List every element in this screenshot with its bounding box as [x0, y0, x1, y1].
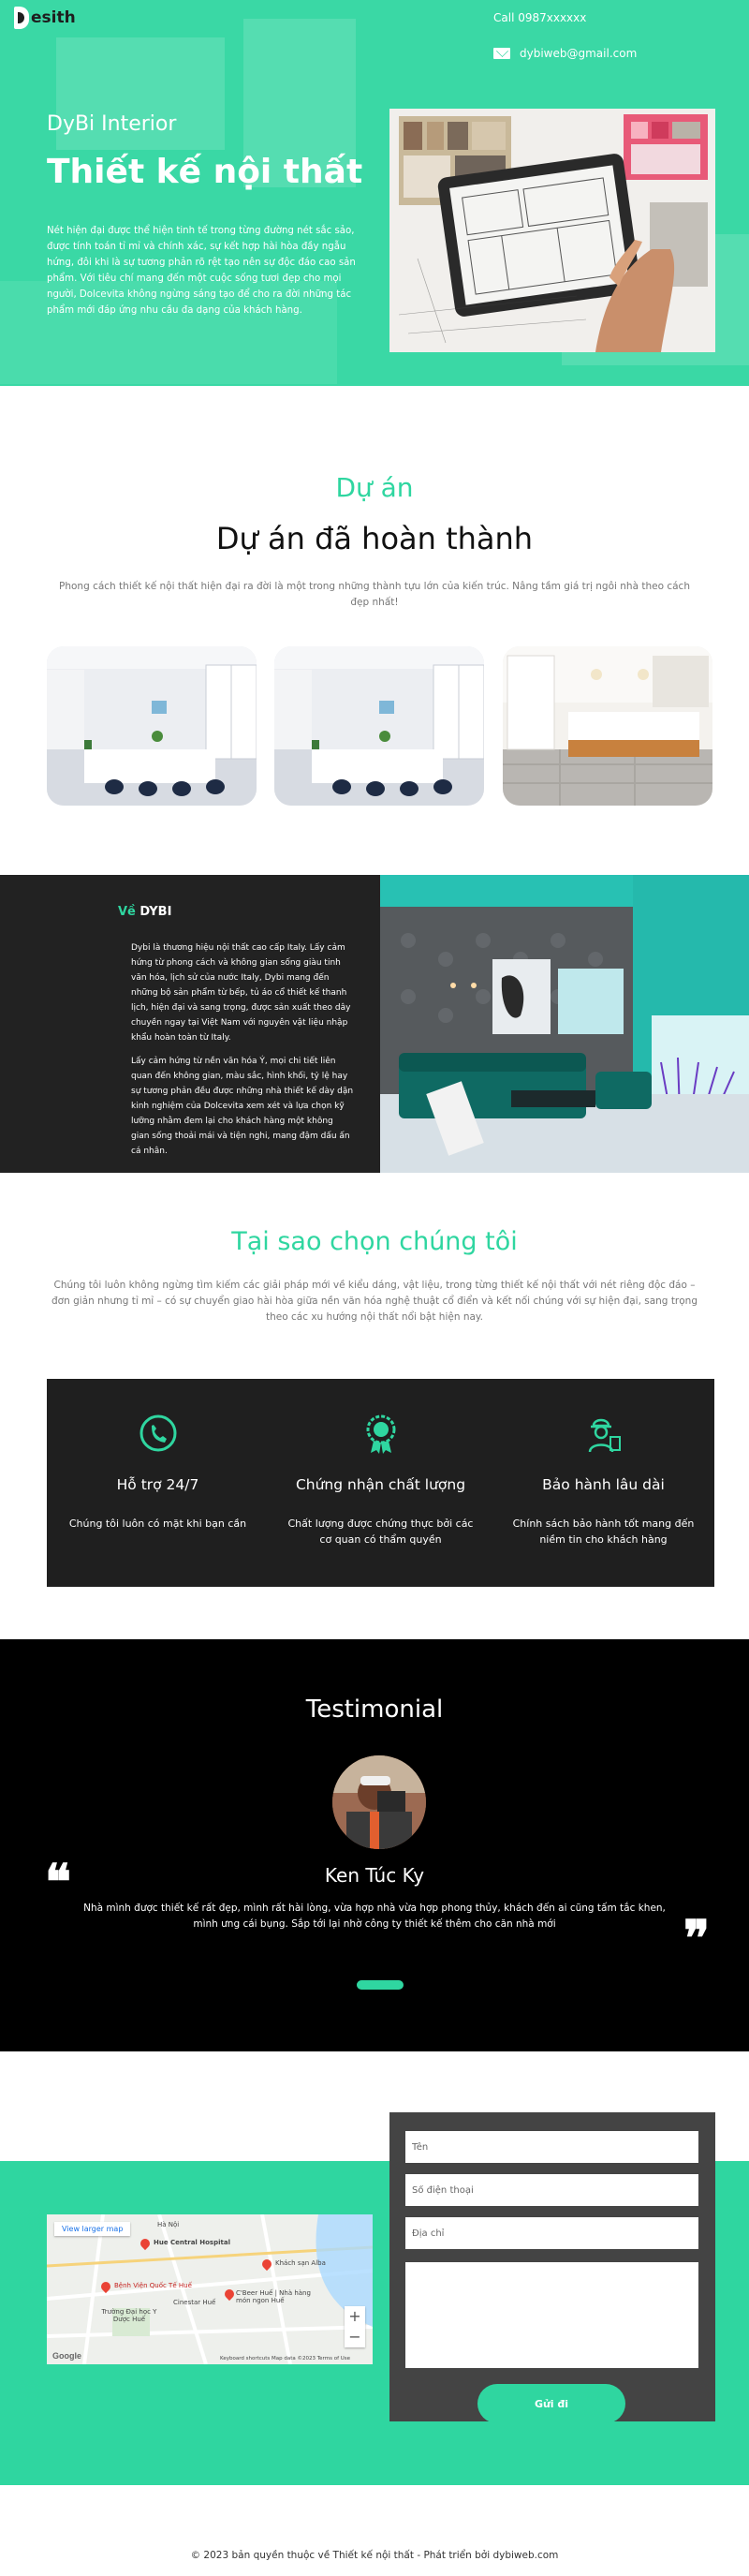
- map-roads: [47, 2214, 373, 2364]
- project-card-2[interactable]: [274, 646, 484, 806]
- projects-title: Dự án đã hoàn thành: [215, 521, 534, 556]
- map-label-intl-hospital: Bệnh Viện Quốc Tế Huế: [114, 2282, 192, 2289]
- project-image-kitchen: [503, 646, 712, 806]
- about-image: [380, 875, 749, 1173]
- address-field[interactable]: [405, 2217, 698, 2249]
- google-map[interactable]: View larger map Hà Nội Hue Central Hospi…: [47, 2214, 373, 2364]
- feature-quality-title: Chứng nhận chất lượng: [295, 1476, 466, 1493]
- living-room-image: [380, 875, 749, 1173]
- header-contact: Call 0987xxxxxx dybiweb@gmail.com: [493, 8, 637, 63]
- map-label-restaurant: C'Beer Huế | Nhà hàng món ngon Huế: [236, 2289, 311, 2304]
- why-description: Chúng tôi luôn không ngừng tìm kiếm các …: [51, 1280, 698, 1323]
- hero-text: Nét hiện đại được thể hiện tinh tế trong…: [47, 226, 356, 316]
- projects-description: Phong cách thiết kế nội thất hiện đại ra…: [59, 581, 690, 608]
- carousel-indicator[interactable]: [357, 1980, 404, 1990]
- google-logo: Google: [52, 2351, 81, 2361]
- quote-open-icon: ❝: [45, 1854, 71, 1911]
- project-image-office-1: [47, 646, 257, 806]
- feature-warranty: Bảo hành lâu dài Chính sách bảo hành tốt…: [492, 1379, 714, 1587]
- hero-title: Thiết kế nội thất: [47, 153, 363, 191]
- page: esith Call 0987xxxxxx dybiweb@gmail.com …: [0, 0, 749, 2576]
- hero-image: [389, 109, 715, 352]
- projects-kicker: Dự án: [335, 472, 414, 503]
- about-title-accent: Về: [118, 905, 136, 919]
- phone-icon: [140, 1414, 177, 1452]
- about-title: Về DYBI: [118, 905, 171, 919]
- submit-button[interactable]: Gửi đi: [477, 2384, 625, 2423]
- name-field[interactable]: [405, 2131, 698, 2163]
- award-icon: [366, 1414, 396, 1454]
- map-footer: Keyboard shortcuts Map data ©2023 Terms …: [220, 2356, 351, 2361]
- map-zoom-control[interactable]: + −: [345, 2306, 365, 2347]
- message-field[interactable]: [405, 2262, 698, 2368]
- phone-text[interactable]: Call 0987xxxxxx: [493, 11, 586, 24]
- testimonial-text: Nhà mình được thiết kế rất đẹp, mình rất…: [83, 1902, 666, 1930]
- about-paragraph-1: Dybi là thương hiệu nội thất cao cấp Ita…: [131, 943, 351, 1043]
- phone-field[interactable]: [405, 2174, 698, 2206]
- phone-row: Call 0987xxxxxx: [493, 8, 637, 27]
- hero-subtitle: DyBi Interior: [47, 112, 177, 136]
- testimonial-title: Testimonial: [305, 1695, 444, 1724]
- feature-support: Hỗ trợ 24/7 Chúng tôi luôn có mặt khi bạ…: [47, 1379, 269, 1587]
- logo-d-icon: [14, 7, 29, 29]
- feature-support-title: Hỗ trợ 24/7: [116, 1476, 199, 1493]
- feature-warranty-title: Bảo hành lâu dài: [542, 1476, 665, 1493]
- about-section: Về DYBI Dybi là thương hiệu nội thất cao…: [0, 875, 749, 1173]
- quote-close-icon: ❞: [683, 1910, 710, 1967]
- logo[interactable]: esith: [14, 7, 76, 29]
- hero-section: esith Call 0987xxxxxx dybiweb@gmail.com …: [0, 0, 749, 386]
- feature-warranty-text: Chính sách bảo hành tốt mang đến niềm ti…: [512, 1517, 695, 1546]
- worker-icon: [588, 1418, 621, 1453]
- map-label-university: Trường Đại học Y Dược Huế: [101, 2308, 157, 2323]
- testimonial-name: Ken Túc Ky: [324, 1864, 425, 1887]
- why-features: Hỗ trợ 24/7 Chúng tôi luôn có mặt khi bạ…: [47, 1379, 714, 1587]
- about-text: Dybi là thương hiệu nội thất cao cấp Ita…: [131, 940, 354, 1159]
- design-tablet-image: [389, 109, 715, 352]
- logo-text: esith: [31, 8, 76, 27]
- mail-icon: [493, 48, 510, 59]
- about-title-rest: DYBI: [135, 905, 172, 919]
- avatar: [332, 1755, 426, 1849]
- map-label-cinema: Cinestar Huế: [173, 2299, 216, 2306]
- about-paragraph-2: Lấy cảm hứng từ nền văn hóa Ý, mọi chi t…: [131, 1057, 354, 1156]
- project-image-office-2: [274, 646, 484, 806]
- contact-form: Gửi đi: [389, 2112, 715, 2423]
- map-label-hospital: Hue Central Hospital: [154, 2239, 230, 2246]
- testimonial-section: Testimonial Ken Túc Ky ❝ Nhà mình được t…: [0, 1639, 749, 2051]
- footer-copyright: © 2023 bản quyền thuộc về Thiết kế nội t…: [190, 2550, 559, 2561]
- feature-quality-text: Chất lượng được chứng thực bởi các cơ qu…: [287, 1517, 474, 1546]
- why-title: Tại sao chọn chúng tôi: [231, 1227, 518, 1256]
- feature-support-text: Chúng tôi luôn có mặt khi bạn cần: [68, 1517, 247, 1530]
- map-label-hotel: Khách sạn Alba: [275, 2259, 326, 2267]
- project-card-3[interactable]: [503, 646, 712, 806]
- feature-quality: Chứng nhận chất lượng Chất lượng được ch…: [270, 1379, 492, 1587]
- view-larger-map-button[interactable]: View larger map: [54, 2222, 131, 2236]
- email-text[interactable]: dybiweb@gmail.com: [520, 47, 637, 60]
- email-row: dybiweb@gmail.com: [493, 44, 637, 63]
- map-label-hanoi: Hà Nội: [157, 2221, 180, 2228]
- avatar-photo: [332, 1755, 426, 1849]
- project-card-1[interactable]: [47, 646, 257, 806]
